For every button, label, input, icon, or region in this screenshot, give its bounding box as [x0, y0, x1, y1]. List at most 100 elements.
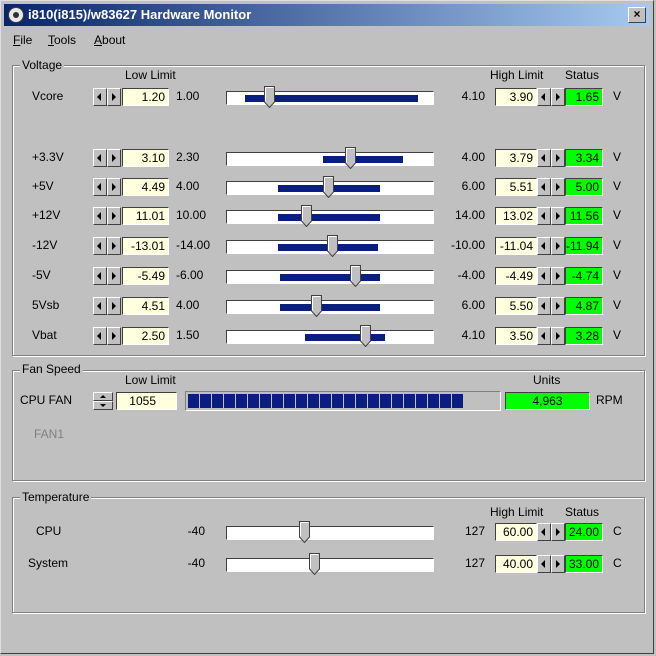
- right-arrow-icon[interactable]: [107, 297, 121, 315]
- fan-low-limit-field[interactable]: 1055: [116, 392, 177, 410]
- left-arrow-icon[interactable]: [93, 327, 107, 345]
- close-button[interactable]: ×: [628, 7, 646, 23]
- right-arrow-icon[interactable]: [551, 523, 565, 541]
- high-limit-field[interactable]: 5.51: [495, 178, 537, 196]
- right-arrow-icon[interactable]: [551, 237, 565, 255]
- high-limit-spinner[interactable]: [537, 297, 565, 315]
- right-arrow-icon[interactable]: [107, 237, 121, 255]
- high-limit-field[interactable]: 60.00: [495, 523, 537, 541]
- left-arrow-icon[interactable]: [537, 523, 551, 541]
- title-bar[interactable]: i810(i815)/w83627 Hardware Monitor ×: [4, 4, 650, 26]
- high-limit-spinner[interactable]: [537, 555, 565, 573]
- menu-about[interactable]: About: [94, 33, 125, 47]
- low-limit-field[interactable]: 3.10: [122, 149, 169, 167]
- voltage-slider-track[interactable]: [226, 330, 434, 344]
- low-limit-spinner[interactable]: [93, 88, 121, 106]
- slider-thumb[interactable]: [264, 86, 275, 108]
- voltage-slider-track[interactable]: [226, 152, 434, 166]
- high-limit-spinner[interactable]: [537, 327, 565, 345]
- left-arrow-icon[interactable]: [537, 88, 551, 106]
- slider-thumb[interactable]: [323, 176, 334, 198]
- high-limit-field[interactable]: 40.00: [495, 555, 537, 573]
- right-arrow-icon[interactable]: [551, 88, 565, 106]
- app-eye-icon[interactable]: [8, 7, 24, 23]
- temperature-slider-track[interactable]: [226, 558, 434, 572]
- high-limit-field[interactable]: 3.79: [495, 149, 537, 167]
- low-limit-spinner[interactable]: [93, 297, 121, 315]
- down-arrow-icon[interactable]: [93, 401, 113, 410]
- left-arrow-icon[interactable]: [537, 207, 551, 225]
- left-arrow-icon[interactable]: [537, 297, 551, 315]
- left-arrow-icon[interactable]: [537, 327, 551, 345]
- slider-thumb[interactable]: [350, 265, 361, 287]
- left-arrow-icon[interactable]: [93, 207, 107, 225]
- low-limit-spinner[interactable]: [93, 237, 121, 255]
- low-limit-spinner[interactable]: [93, 267, 121, 285]
- low-limit-field[interactable]: 1.20: [122, 88, 169, 106]
- high-limit-spinner[interactable]: [537, 178, 565, 196]
- voltage-slider-track[interactable]: [226, 270, 434, 284]
- right-arrow-icon[interactable]: [551, 149, 565, 167]
- high-limit-spinner[interactable]: [537, 237, 565, 255]
- slider-thumb[interactable]: [299, 521, 310, 543]
- slider-thumb[interactable]: [301, 205, 312, 227]
- left-arrow-icon[interactable]: [537, 178, 551, 196]
- right-arrow-icon[interactable]: [107, 178, 121, 196]
- low-limit-field[interactable]: 2.50: [122, 327, 169, 345]
- slider-thumb[interactable]: [345, 147, 356, 169]
- right-arrow-icon[interactable]: [551, 178, 565, 196]
- high-limit-spinner[interactable]: [537, 207, 565, 225]
- left-arrow-icon[interactable]: [93, 178, 107, 196]
- voltage-slider-track[interactable]: [226, 91, 434, 105]
- left-arrow-icon[interactable]: [93, 149, 107, 167]
- right-arrow-icon[interactable]: [551, 555, 565, 573]
- high-limit-field[interactable]: -11.04: [495, 237, 537, 255]
- high-limit-spinner[interactable]: [537, 149, 565, 167]
- low-limit-field[interactable]: -13.01: [122, 237, 169, 255]
- high-limit-spinner[interactable]: [537, 88, 565, 106]
- slider-thumb[interactable]: [309, 553, 320, 575]
- right-arrow-icon[interactable]: [107, 88, 121, 106]
- high-limit-field[interactable]: 5.50: [495, 297, 537, 315]
- low-limit-field[interactable]: 4.51: [122, 297, 169, 315]
- right-arrow-icon[interactable]: [551, 207, 565, 225]
- menu-tools[interactable]: Tools: [48, 33, 76, 47]
- menu-file[interactable]: File: [13, 33, 32, 47]
- temperature-slider-track[interactable]: [226, 526, 434, 540]
- high-limit-spinner[interactable]: [537, 523, 565, 541]
- voltage-slider-track[interactable]: [226, 210, 434, 224]
- right-arrow-icon[interactable]: [107, 267, 121, 285]
- slider-thumb[interactable]: [360, 325, 371, 347]
- up-arrow-icon[interactable]: [93, 392, 113, 401]
- right-arrow-icon[interactable]: [551, 267, 565, 285]
- high-limit-field[interactable]: 3.90: [495, 88, 537, 106]
- right-arrow-icon[interactable]: [107, 149, 121, 167]
- slider-thumb[interactable]: [327, 235, 338, 257]
- low-limit-spinner[interactable]: [93, 178, 121, 196]
- left-arrow-icon[interactable]: [93, 88, 107, 106]
- high-limit-field[interactable]: -4.49: [495, 267, 537, 285]
- right-arrow-icon[interactable]: [551, 327, 565, 345]
- left-arrow-icon[interactable]: [93, 267, 107, 285]
- low-limit-field[interactable]: 4.49: [122, 178, 169, 196]
- left-arrow-icon[interactable]: [537, 267, 551, 285]
- high-limit-spinner[interactable]: [537, 267, 565, 285]
- fan-low-limit-updown[interactable]: [93, 392, 113, 410]
- low-limit-spinner[interactable]: [93, 327, 121, 345]
- high-limit-field[interactable]: 3.50: [495, 327, 537, 345]
- low-limit-field[interactable]: -5.49: [122, 267, 169, 285]
- low-limit-spinner[interactable]: [93, 207, 121, 225]
- left-arrow-icon[interactable]: [537, 149, 551, 167]
- low-limit-spinner[interactable]: [93, 149, 121, 167]
- voltage-slider-track[interactable]: [226, 300, 434, 314]
- left-arrow-icon[interactable]: [537, 555, 551, 573]
- slider-thumb[interactable]: [311, 295, 322, 317]
- right-arrow-icon[interactable]: [107, 327, 121, 345]
- high-limit-field[interactable]: 13.02: [495, 207, 537, 225]
- low-limit-field[interactable]: 11.01: [122, 207, 169, 225]
- right-arrow-icon[interactable]: [107, 207, 121, 225]
- left-arrow-icon[interactable]: [93, 237, 107, 255]
- left-arrow-icon[interactable]: [93, 297, 107, 315]
- left-arrow-icon[interactable]: [537, 237, 551, 255]
- right-arrow-icon[interactable]: [551, 297, 565, 315]
